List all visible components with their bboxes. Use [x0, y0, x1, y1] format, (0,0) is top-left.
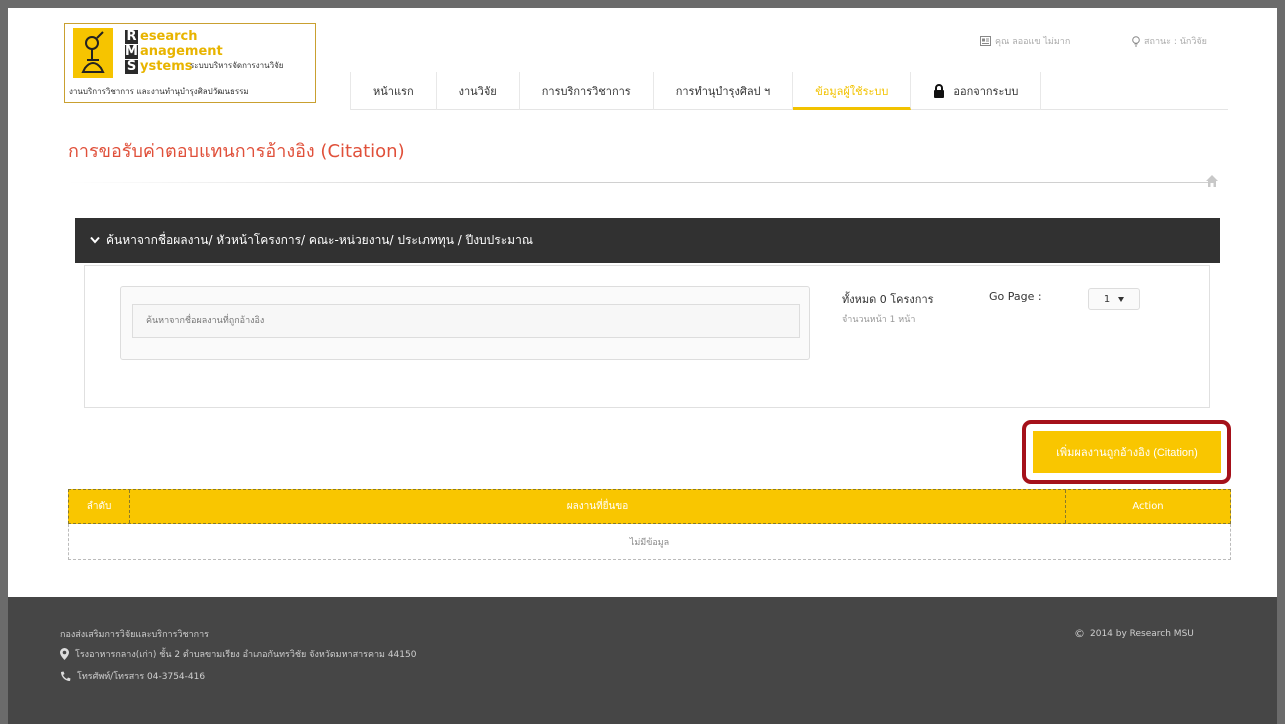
logo-cap-s: S: [125, 59, 138, 74]
page-count: จำนวนหน้า 1 หน้า: [842, 315, 916, 325]
light-bulb-icon: [1132, 35, 1140, 46]
nav-item-home[interactable]: หน้าแรก: [350, 72, 437, 110]
user-status: สถานะ : นักวิจัย: [1132, 34, 1207, 48]
copyright-text: 2014 by Research MSU: [1090, 628, 1194, 639]
nav-label: งานวิจัย: [458, 85, 497, 98]
logo-line-systems: Systems: [125, 60, 193, 74]
chevron-down-icon: [90, 234, 100, 247]
nav-item-research[interactable]: งานวิจัย: [437, 72, 520, 110]
go-page-label: Go Page :: [989, 290, 1042, 303]
footer-org: กองส่งเสริมการวิจัยและบริการวิชาการ: [60, 630, 209, 640]
search-header-label: ค้นหาจากชื่อผลงาน/ หัวหน้าโครงการ/ คณะ-ห…: [106, 233, 533, 247]
page-select[interactable]: 1: [1088, 288, 1140, 310]
nav-label: การบริการวิชาการ: [541, 85, 631, 98]
logo-line-management: Management: [125, 45, 223, 59]
caret-down-icon: [1118, 296, 1125, 302]
title-divider: [68, 182, 1208, 183]
citation-table: ลำดับ ผลงานที่ยื่นขอ Action ไม่มีข้อมูล: [68, 489, 1231, 560]
main-nav: หน้าแรก งานวิจัย การบริการวิชาการ การทำน…: [350, 72, 1228, 110]
logo-text-management: anagement: [140, 44, 223, 59]
nav-item-user-info[interactable]: ข้อมูลผู้ใช้ระบบ: [793, 72, 912, 110]
map-pin-icon: [60, 648, 69, 660]
logo-text-research: esearch: [140, 29, 198, 44]
logo[interactable]: Research Management Systems ระบบบริหารจั…: [64, 23, 316, 103]
logout-label: ออกจากระบบ: [953, 85, 1019, 98]
footer-phone-text: โทรศัพท์/โทรสาร 04-3754-416: [77, 672, 206, 682]
logo-cap-r: R: [125, 29, 138, 44]
logo-line-research: Research: [125, 30, 198, 44]
total-projects: ทั้งหมด 0 โครงการ: [842, 293, 934, 306]
nav-label: หน้าแรก: [373, 85, 414, 98]
microscope-logo-icon: [73, 28, 113, 78]
footer-copyright: © 2014 by Research MSU: [1074, 627, 1194, 640]
logo-bottom-text: งานบริการวิชาการ และงานทำนุบำรุงศิลปวัฒน…: [69, 87, 249, 96]
page-select-value: 1: [1103, 293, 1111, 305]
table-header: ลำดับ ผลงานที่ยื่นขอ Action: [68, 489, 1231, 524]
logo-subtitle: ระบบบริหารจัดการงานวิจัย: [190, 61, 284, 70]
nav-item-academic-service[interactable]: การบริการวิชาการ: [520, 72, 654, 110]
footer-address: โรงอาหารกลาง(เก่า) ชั้น 2 ตำบลขามเรียง อ…: [60, 647, 416, 661]
phone-icon: [61, 671, 71, 681]
home-icon[interactable]: [1205, 174, 1219, 188]
empty-row: ไม่มีข้อมูล: [68, 524, 1231, 560]
footer-address-text: โรงอาหารกลาง(เก่า) ชั้น 2 ตำบลขามเรียง อ…: [75, 650, 417, 660]
column-header-order: ลำดับ: [86, 501, 112, 512]
lock-icon: [934, 84, 945, 98]
logo-text-systems: ystems: [140, 59, 193, 74]
nav-item-logout[interactable]: ออกจากระบบ: [911, 72, 1042, 110]
nav-item-arts-culture[interactable]: การทำนุบำรุงศิลป ฯ: [654, 72, 794, 110]
user-card-icon: [980, 36, 991, 46]
page-frame: Research Management Systems ระบบบริหารจั…: [8, 8, 1277, 724]
user-info: คุณ ลออแข ไม่มาก: [980, 34, 1070, 48]
search-box: [120, 286, 810, 360]
column-header-work: ผลงานที่ยื่นขอ: [129, 490, 1065, 523]
nav-label: การทำนุบำรุงศิลป ฯ: [675, 85, 771, 98]
logo-cap-m: M: [125, 44, 138, 59]
footer: กองส่งเสริมการวิจัยและบริการวิชาการ โรงอ…: [8, 597, 1277, 724]
user-name: คุณ ลออแข ไม่มาก: [995, 37, 1071, 47]
footer-phone: โทรศัพท์/โทรสาร 04-3754-416: [60, 669, 205, 683]
add-citation-button[interactable]: เพิ่มผลงานถูกอ้างอิง (Citation): [1033, 431, 1221, 473]
copyright-icon: ©: [1074, 627, 1085, 640]
search-header-toggle[interactable]: ค้นหาจากชื่อผลงาน/ หัวหน้าโครงการ/ คณะ-ห…: [75, 218, 1220, 263]
status-text: สถานะ : นักวิจัย: [1144, 37, 1207, 47]
nav-label: ข้อมูลผู้ใช้ระบบ: [815, 85, 889, 98]
column-header-action: Action: [1065, 490, 1230, 523]
search-panel: ทั้งหมด 0 โครงการ จำนวนหน้า 1 หน้า Go Pa…: [84, 265, 1210, 408]
search-input[interactable]: [132, 304, 800, 338]
page-title: การขอรับค่าตอบแทนการอ้างอิง (Citation): [68, 141, 405, 162]
